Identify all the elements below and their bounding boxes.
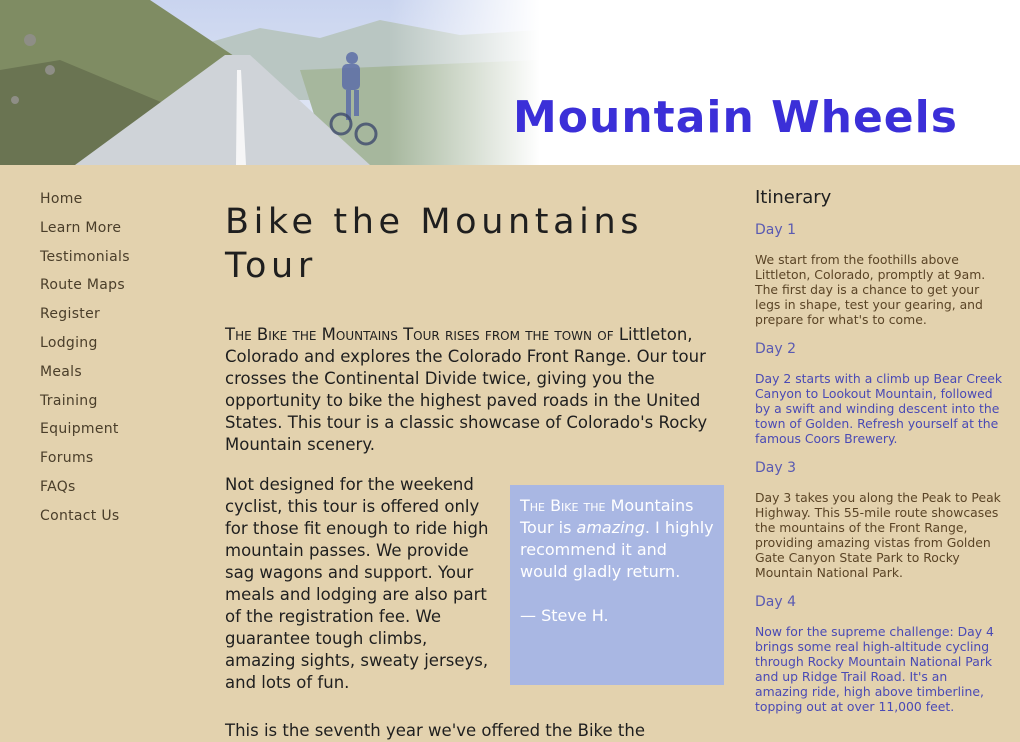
intro-lead: The Bike the Mountains Tour rises from t… <box>225 325 614 344</box>
nav-meals[interactable]: Meals <box>40 363 190 392</box>
day-heading: Day 1 <box>755 222 797 238</box>
nav-forums[interactable]: Forums <box>40 449 190 478</box>
site-logo: Mountain Wheels <box>513 92 958 143</box>
intro-text: Littleton, Colorado and explores the Col… <box>225 325 708 454</box>
quote-lead: The Bike the <box>520 496 606 515</box>
main-nav: Home Learn More Testimonials Route Maps … <box>40 190 190 536</box>
quote-emphasis: amazing <box>576 518 645 537</box>
nav-home[interactable]: Home <box>40 190 190 219</box>
page-title: Bike the Mountains Tour <box>225 202 644 286</box>
nav-training[interactable]: Training <box>40 392 190 421</box>
history-paragraph: This is the seventh year we've offered t… <box>225 721 645 740</box>
body-block: Not designed for the weekend cyclist, th… <box>225 474 735 704</box>
main-content: Bike the Mountains Tour The Bike the Mou… <box>225 200 735 740</box>
day-description: Now for the supreme challenge: Day 4 bri… <box>755 624 994 714</box>
nav-route-maps[interactable]: Route Maps <box>40 276 190 305</box>
quote-text: The Bike the Mountains Tour is amazing. … <box>520 495 714 583</box>
intro-paragraph: The Bike the Mountains Tour rises from t… <box>225 324 735 456</box>
nav-register[interactable]: Register <box>40 305 190 334</box>
day-heading: Day 2 <box>755 341 797 357</box>
cyclist-road-photo <box>0 0 540 165</box>
day-description: Day 2 starts with a climb up Bear Creek … <box>755 371 1003 446</box>
nav-lodging[interactable]: Lodging <box>40 334 190 363</box>
tour-description: Not designed for the weekend cyclist, th… <box>225 475 489 692</box>
testimonial-quote: The Bike the Mountains Tour is amazing. … <box>510 485 724 685</box>
day-description: We start from the foothills above Little… <box>755 252 986 327</box>
site-header: Mountain Wheels <box>0 0 1020 165</box>
day-heading: Day 4 <box>755 594 797 610</box>
nav-learn-more[interactable]: Learn More <box>40 219 190 248</box>
day-heading: Day 3 <box>755 460 797 476</box>
itinerary-sidebar: Itinerary Day 1 We start from the foothi… <box>755 187 1003 728</box>
nav-equipment[interactable]: Equipment <box>40 420 190 449</box>
nav-contact-us[interactable]: Contact Us <box>40 507 190 536</box>
nav-testimonials[interactable]: Testimonials <box>40 248 190 277</box>
quote-author: — Steve H. <box>520 606 609 625</box>
day-description: Day 3 takes you along the Peak to Peak H… <box>755 490 1001 580</box>
nav-faqs[interactable]: FAQs <box>40 478 190 507</box>
sidebar-title: Itinerary <box>755 187 832 208</box>
